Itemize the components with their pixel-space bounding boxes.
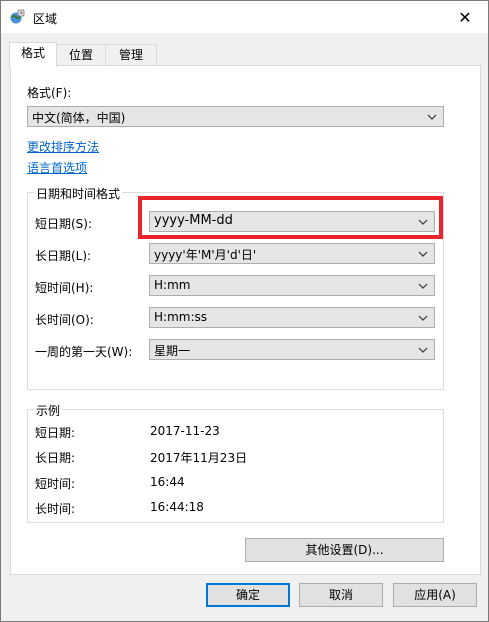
format-label: 格式(F): bbox=[27, 86, 72, 100]
first-day-of-week-value: 星期一 bbox=[154, 344, 191, 358]
tab-location[interactable]: 位置 bbox=[55, 44, 107, 66]
ok-button[interactable]: 确定 bbox=[206, 583, 290, 607]
chevron-down-icon bbox=[418, 347, 428, 353]
examples-group: 示例 bbox=[27, 402, 444, 523]
cancel-button[interactable]: 取消 bbox=[299, 583, 383, 607]
long-date-value: yyyy'年'M'月'd'日' bbox=[154, 248, 257, 262]
tab-format[interactable]: 格式 bbox=[9, 42, 57, 67]
example-long-time-label: 长时间: bbox=[35, 502, 76, 516]
first-day-of-week-label: 一周的第一天(W): bbox=[35, 345, 133, 359]
apply-button[interactable]: 应用(A) bbox=[393, 583, 477, 607]
short-time-select[interactable]: H:mm bbox=[149, 275, 435, 296]
close-button[interactable]: ✕ bbox=[442, 1, 488, 33]
chevron-down-icon bbox=[427, 114, 437, 120]
example-long-time-value: 16:44:18 bbox=[150, 500, 204, 514]
window-title: 区域 bbox=[33, 12, 58, 26]
chevron-down-icon bbox=[418, 315, 428, 321]
long-time-value: H:mm:ss bbox=[154, 310, 207, 324]
format-tab-panel: 格式(F): 中文(简体，中国) 更改排序方法 语言首选项 日期和时间格式 短日… bbox=[10, 65, 481, 575]
examples-group-title: 示例 bbox=[34, 402, 63, 419]
format-select[interactable]: 中文(简体，中国) bbox=[27, 106, 444, 127]
example-long-date-value: 2017年11月23日 bbox=[150, 451, 248, 465]
region-globe-icon bbox=[9, 9, 25, 25]
long-time-select[interactable]: H:mm:ss bbox=[149, 307, 435, 328]
example-long-date-label: 长日期: bbox=[35, 451, 76, 465]
example-short-time-label: 短时间: bbox=[35, 477, 76, 491]
example-short-date-value: 2017-11-23 bbox=[150, 424, 220, 438]
other-settings-button[interactable]: 其他设置(D)... bbox=[245, 538, 444, 562]
region-dialog: 区域 ✕ 格式 位置 管理 格式(F): 中文(简体，中国) 更改排序方法 语言… bbox=[0, 0, 489, 622]
long-time-label: 长时间(O): bbox=[35, 313, 94, 327]
datetime-group-title: 日期和时间格式 bbox=[34, 185, 123, 202]
short-date-label: 短日期(S): bbox=[35, 217, 93, 231]
chevron-down-icon bbox=[418, 251, 428, 257]
change-sort-link[interactable]: 更改排序方法 bbox=[27, 138, 99, 155]
short-time-label: 短时间(H): bbox=[35, 281, 94, 295]
long-date-label: 长日期(L): bbox=[35, 249, 92, 263]
short-time-value: H:mm bbox=[154, 278, 191, 292]
language-preferences-link[interactable]: 语言首选项 bbox=[27, 159, 87, 176]
first-day-of-week-select[interactable]: 星期一 bbox=[149, 339, 435, 360]
long-date-select[interactable]: yyyy'年'M'月'd'日' bbox=[149, 243, 435, 264]
example-short-time-value: 16:44 bbox=[150, 475, 185, 489]
example-short-date-label: 短日期: bbox=[35, 426, 76, 440]
highlight-box bbox=[138, 196, 443, 239]
tab-administrative[interactable]: 管理 bbox=[105, 44, 157, 66]
format-select-value: 中文(简体，中国) bbox=[32, 111, 126, 125]
close-icon: ✕ bbox=[458, 7, 472, 27]
chevron-down-icon bbox=[418, 283, 428, 289]
title-bar: 区域 ✕ bbox=[1, 1, 488, 33]
